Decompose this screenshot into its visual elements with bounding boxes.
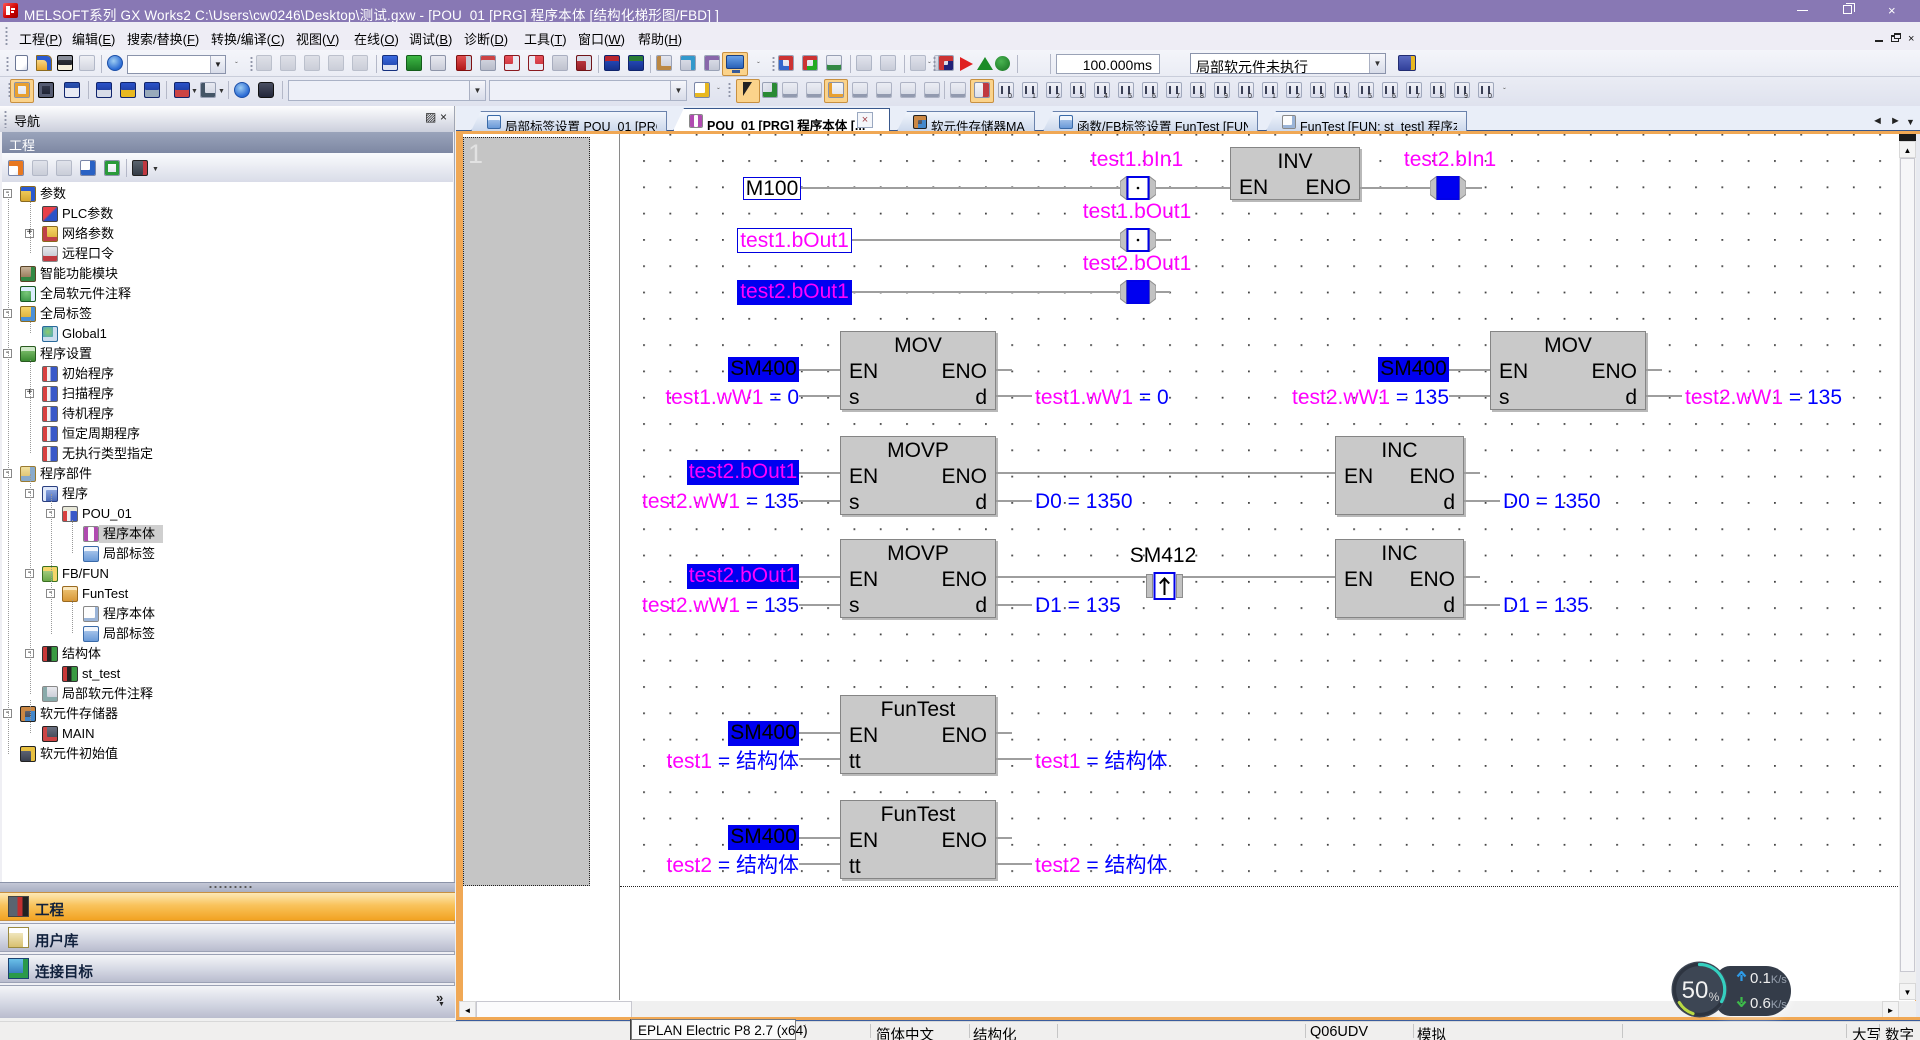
- svg-text:%: %: [1709, 990, 1720, 1004]
- svg-text:50: 50: [1682, 977, 1709, 1004]
